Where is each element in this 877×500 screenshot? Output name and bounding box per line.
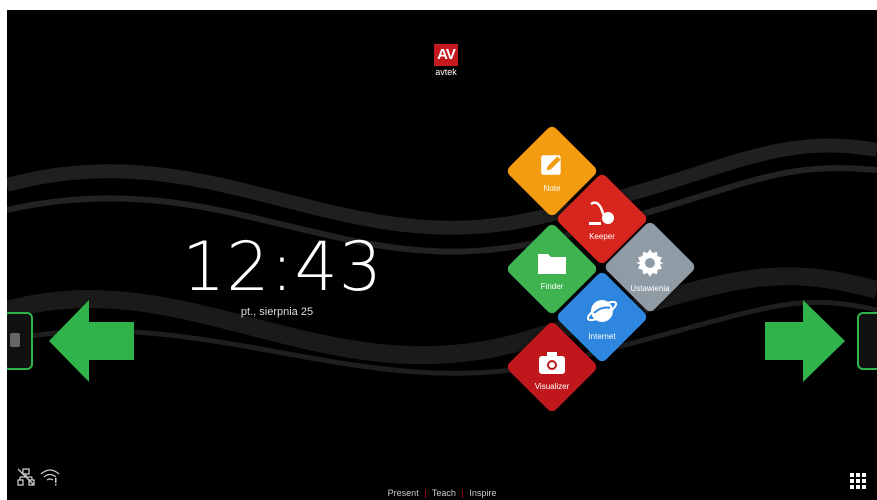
app-tile-ustawienia-content: Ustawienia [610, 248, 690, 293]
tagline-teach: Teach [431, 488, 456, 498]
app-label-internet: Internet [588, 332, 616, 341]
gear-icon [636, 249, 664, 277]
clock-time: 12:43 [182, 228, 383, 307]
clock-date: pt., sierpnia 25 [240, 306, 314, 318]
home-screen: AV avtek 12:43 pt., sierpnia 25 Note Kee… [7, 10, 877, 500]
app-tile-finder-content: Finder [512, 250, 592, 291]
arrow-right-icon [765, 300, 845, 382]
app-label-finder: Finder [540, 282, 564, 291]
wifi-warning-icon[interactable] [40, 468, 60, 486]
tagline-separator: | [424, 488, 427, 498]
left-edge-handle-icon [10, 333, 20, 347]
app-tile-internet-content: Internet [562, 296, 642, 341]
planet-icon [586, 300, 618, 322]
app-tile-note-content: Note [512, 152, 592, 193]
network-disconnected-icon[interactable] [17, 468, 35, 486]
app-label-keeper: Keeper [589, 232, 615, 241]
background-waves [7, 138, 877, 376]
app-label-visualizer: Visualizer [534, 382, 570, 391]
app-grid-icon[interactable] [850, 473, 866, 489]
folder-icon [538, 254, 566, 274]
left-edge-tab[interactable] [7, 312, 33, 370]
arrow-left-icon [49, 300, 134, 382]
avtek-logo: AV avtek [428, 44, 464, 77]
tagline-present: Present [387, 488, 419, 498]
app-tile-visualizer-content: Visualizer [512, 350, 592, 391]
camera-icon [539, 352, 565, 374]
right-edge-tab[interactable] [857, 312, 877, 370]
tagline-separator: | [461, 488, 464, 498]
vacuum-icon [589, 201, 614, 225]
logo-badge: AV [434, 44, 458, 66]
pencil-icon [541, 155, 561, 175]
app-label-ustawienia: Ustawienia [630, 284, 670, 293]
app-tile-keeper-content: Keeper [562, 200, 642, 241]
logo-word: avtek [435, 67, 457, 77]
footer-tagline: Present | Teach | Inspire [7, 488, 877, 498]
tagline-inspire: Inspire [469, 488, 497, 498]
app-label-note: Note [543, 184, 561, 193]
